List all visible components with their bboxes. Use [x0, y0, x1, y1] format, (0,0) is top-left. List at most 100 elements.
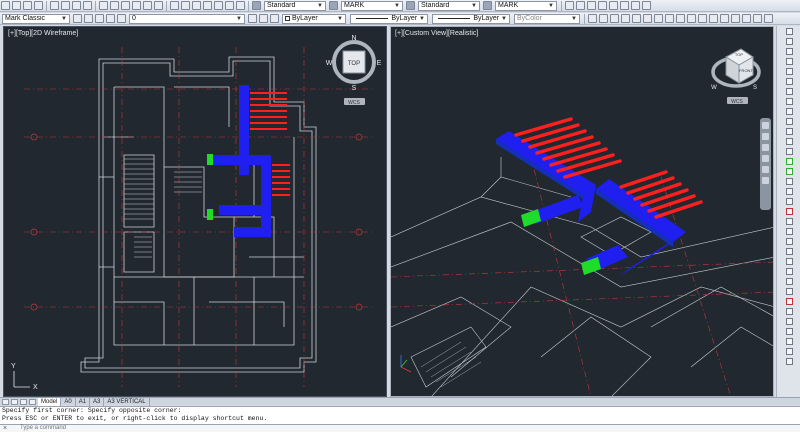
new-icon[interactable] [1, 1, 10, 10]
region-icon[interactable] [786, 178, 793, 185]
array-icon[interactable] [786, 248, 793, 255]
leader-front-icon[interactable] [620, 1, 629, 10]
rectangle-icon[interactable] [786, 68, 793, 75]
undo-icon[interactable] [99, 1, 108, 10]
arc-icon[interactable] [786, 78, 793, 85]
save-icon[interactable] [23, 1, 32, 10]
trim-icon[interactable] [786, 298, 793, 305]
offset-icon[interactable] [786, 238, 793, 245]
draw-order-icon[interactable] [565, 1, 574, 10]
snap-icon[interactable] [588, 14, 597, 23]
erase-icon[interactable] [786, 208, 793, 215]
clean-screen-icon[interactable] [764, 14, 773, 23]
steering-wheel-icon[interactable] [762, 122, 769, 129]
viewport-label[interactable]: [+][Custom View][Realistic] [395, 30, 478, 37]
help-icon[interactable] [236, 1, 245, 10]
chamfer-icon[interactable] [786, 338, 793, 345]
otrack-icon[interactable] [643, 14, 652, 23]
send-back-icon[interactable] [587, 1, 596, 10]
cut-icon[interactable] [50, 1, 59, 10]
table-style-dropdown[interactable]: Standard ▼ [418, 0, 480, 11]
quick-props-icon[interactable] [698, 14, 707, 23]
move-icon[interactable] [786, 258, 793, 265]
mtext-icon[interactable] [786, 198, 793, 205]
circle-icon[interactable] [786, 88, 793, 95]
explode-icon[interactable] [786, 358, 793, 365]
tab-a3-vertical[interactable]: A3 VERTICAL [104, 397, 150, 406]
calculator-icon[interactable] [225, 1, 234, 10]
hatch-icon[interactable] [786, 158, 793, 165]
dim-front-icon[interactable] [609, 1, 618, 10]
tab-last-icon[interactable] [29, 398, 36, 405]
orbit-icon[interactable] [762, 155, 769, 162]
sheet-set-icon[interactable] [203, 1, 212, 10]
bring-front-icon[interactable] [576, 1, 585, 10]
osnap-icon[interactable] [632, 14, 641, 23]
point-icon[interactable] [786, 148, 793, 155]
match-properties-icon[interactable] [83, 1, 92, 10]
lock-ui-icon[interactable] [742, 14, 751, 23]
mirror-icon[interactable] [786, 228, 793, 235]
wcs-menu[interactable]: WCS [348, 100, 360, 106]
polyline-icon[interactable] [786, 48, 793, 55]
scale-icon[interactable] [786, 278, 793, 285]
rotate-icon[interactable] [786, 268, 793, 275]
join-icon[interactable] [786, 328, 793, 335]
redo-icon[interactable] [110, 1, 119, 10]
make-current-icon[interactable] [248, 14, 257, 23]
zoom-icon[interactable] [762, 144, 769, 151]
fillet-icon[interactable] [786, 348, 793, 355]
workspace-settings-icon[interactable] [73, 14, 82, 23]
gradient-icon[interactable] [786, 168, 793, 175]
stretch-icon[interactable] [786, 288, 793, 295]
text-front-icon[interactable] [598, 1, 607, 10]
copy-object-icon[interactable] [786, 218, 793, 225]
markup-icon[interactable] [214, 1, 223, 10]
pan-icon[interactable] [762, 133, 769, 140]
zoom-window-icon[interactable] [143, 1, 152, 10]
line-icon[interactable] [786, 28, 793, 35]
spline-icon[interactable] [786, 108, 793, 115]
showmotion-icon[interactable] [762, 166, 769, 173]
pan-icon[interactable] [121, 1, 130, 10]
hatch-back-icon[interactable] [631, 1, 640, 10]
tool-palettes-icon[interactable] [192, 1, 201, 10]
tab-prev-icon[interactable] [11, 398, 18, 405]
transparency-icon[interactable] [687, 14, 696, 23]
ellipse-icon[interactable] [786, 118, 793, 125]
grid-icon[interactable] [599, 14, 608, 23]
tab-a1[interactable]: A1 [76, 397, 91, 406]
command-input-placeholder[interactable]: Type a command [20, 425, 66, 431]
mleader-style-dropdown[interactable]: MARK ▼ [495, 0, 557, 11]
ortho-icon[interactable] [610, 14, 619, 23]
viewport-top-wireframe[interactable]: [+][Top][2D Wireframe] X Y TOP N S E W W… [3, 26, 387, 397]
workspace-dropdown[interactable]: Mark Classic ▼ [2, 13, 70, 24]
lwt-icon[interactable] [676, 14, 685, 23]
layer-state-icon[interactable] [270, 14, 279, 23]
open-icon[interactable] [12, 1, 21, 10]
command-line[interactable]: × Type a command [0, 424, 800, 432]
annotation-icon[interactable] [720, 14, 729, 23]
plotstyle-dropdown[interactable]: ByColor ▼ [514, 13, 580, 24]
tab-a0[interactable]: A0 [61, 397, 76, 406]
extend-icon[interactable] [786, 308, 793, 315]
ducs-icon[interactable] [654, 14, 663, 23]
copy-icon[interactable] [61, 1, 70, 10]
zoom-realtime-icon[interactable] [132, 1, 141, 10]
dim-style-dropdown[interactable]: MARK ▼ [341, 0, 403, 11]
lineweight-dropdown[interactable]: ByLayer ▼ [432, 13, 510, 24]
revcloud-icon[interactable] [786, 98, 793, 105]
isolate-icon[interactable] [753, 14, 762, 23]
linetype-dropdown[interactable]: ByLayer ▼ [350, 13, 428, 24]
tab-model[interactable]: Model [38, 397, 62, 406]
insert-block-icon[interactable] [786, 128, 793, 135]
tab-a3[interactable]: A3 [90, 397, 105, 406]
viewport-3d-realistic[interactable]: [+][Custom View][Realistic] TOP FRONT WC… [390, 26, 774, 397]
construction-line-icon[interactable] [786, 38, 793, 45]
polar-icon[interactable] [621, 14, 630, 23]
wcs-menu[interactable]: WCS [731, 99, 743, 105]
selection-cycling-icon[interactable] [709, 14, 718, 23]
design-center-icon[interactable] [181, 1, 190, 10]
collapse-icon[interactable] [762, 177, 769, 184]
workspace-switch-icon[interactable] [731, 14, 740, 23]
